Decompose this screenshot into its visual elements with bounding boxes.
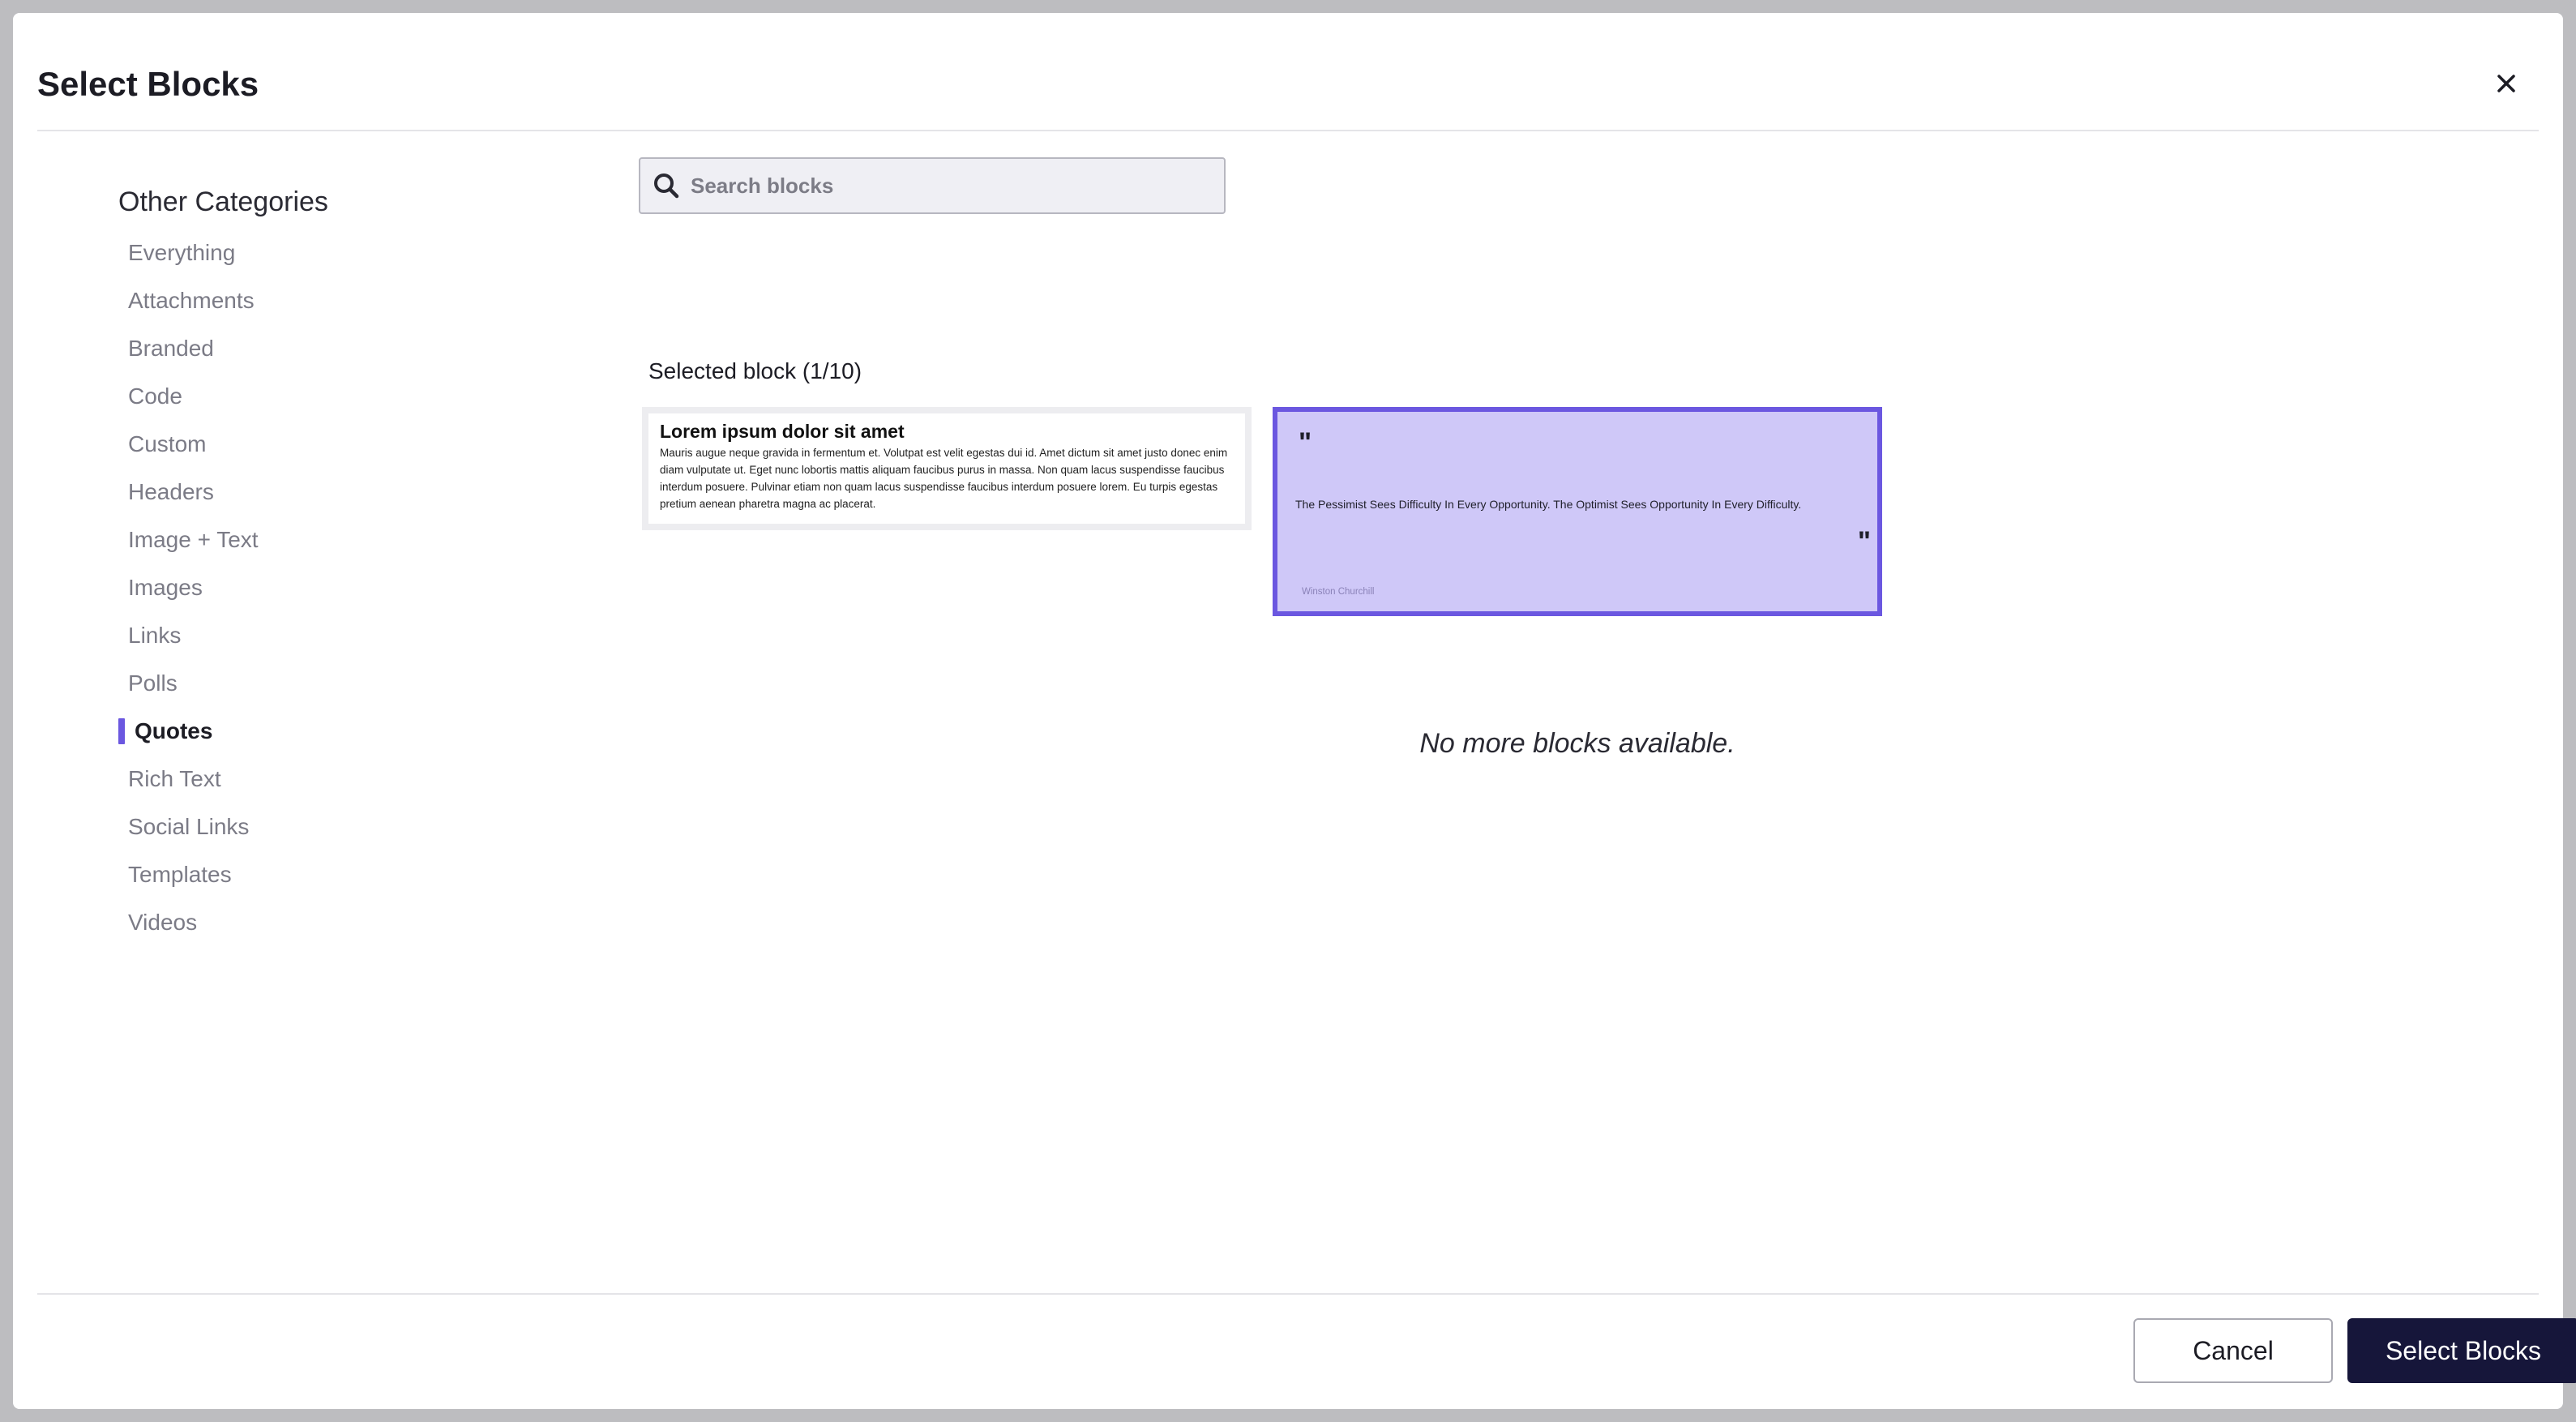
block-card-body: Mauris augue neque gravida in fermentum … <box>660 447 1228 510</box>
sidebar-item-images[interactable]: Images <box>118 563 259 611</box>
quote-author: Winston Churchill <box>1302 587 1375 597</box>
quote-open-mark: " <box>1299 427 1312 458</box>
select-blocks-button[interactable]: Select Blocks <box>2347 1318 2576 1383</box>
select-blocks-modal: Select Blocks Other Categories Everythin… <box>13 13 2576 1409</box>
selected-count-label: Selected block (1/10) <box>648 358 862 383</box>
category-list: Everything Attachments Branded Code Cust… <box>118 229 259 946</box>
modal-title: Select Blocks <box>37 65 259 103</box>
cancel-button[interactable]: Cancel <box>2133 1318 2333 1383</box>
sidebar-item-attachments[interactable]: Attachments <box>118 276 259 324</box>
sidebar-item-rich-text[interactable]: Rich Text <box>118 755 259 803</box>
close-button[interactable] <box>2485 63 2527 105</box>
sidebar-item-social-links[interactable]: Social Links <box>118 803 259 850</box>
sidebar-item-everything[interactable]: Everything <box>118 229 259 276</box>
block-card-rich-text[interactable]: Lorem ipsum dolor sit amet Mauris augue … <box>642 407 1252 530</box>
sidebar-item-code[interactable]: Code <box>118 372 259 420</box>
empty-message: No more blocks available. <box>1419 728 1735 759</box>
sidebar-item-branded[interactable]: Branded <box>118 324 259 372</box>
sidebar-item-quotes[interactable]: Quotes <box>118 707 259 755</box>
header-divider <box>37 130 2539 131</box>
sidebar-item-headers[interactable]: Headers <box>118 468 259 516</box>
sidebar-item-videos[interactable]: Videos <box>118 898 259 946</box>
search-input[interactable] <box>681 158 1224 213</box>
sidebar-item-custom[interactable]: Custom <box>118 420 259 468</box>
footer-divider <box>37 1293 2539 1295</box>
sidebar-heading: Other Categories <box>118 186 328 217</box>
close-icon <box>2496 73 2517 96</box>
block-card-quote[interactable]: " The Pessimist Sees Difficulty In Every… <box>1273 407 1882 616</box>
sidebar-item-templates[interactable]: Templates <box>118 850 259 898</box>
sidebar-item-polls[interactable]: Polls <box>118 659 259 707</box>
sidebar-item-links[interactable]: Links <box>118 611 259 659</box>
sidebar-item-image-text[interactable]: Image + Text <box>118 516 259 563</box>
search-icon <box>652 171 681 200</box>
quote-close-mark: " <box>1857 526 1871 557</box>
block-card-title: Lorem ipsum dolor sit amet <box>660 421 905 442</box>
search-box <box>639 157 1226 214</box>
quote-text: The Pessimist Sees Difficulty In Every O… <box>1295 498 1802 511</box>
